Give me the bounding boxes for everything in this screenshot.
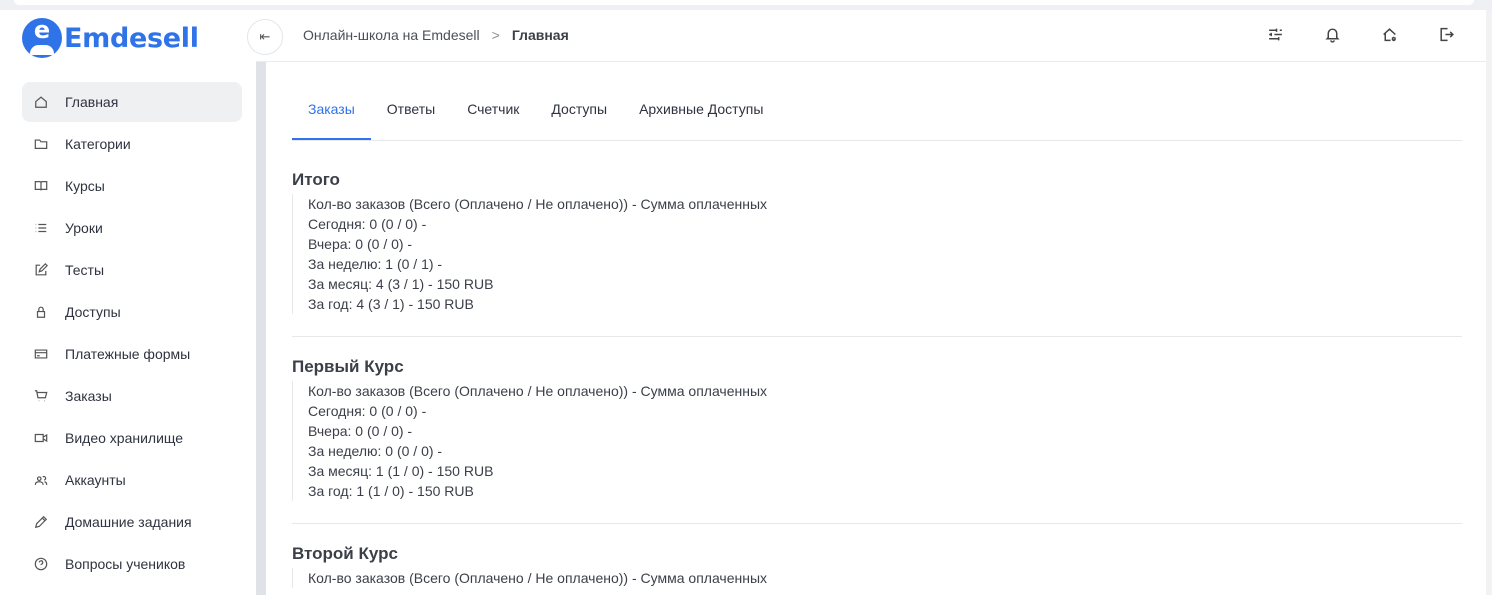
stats-section-total: Итого Кол-во заказов (Всего (Оплачено / … [292, 170, 1462, 314]
sidebar-item-label: Заказы [65, 388, 112, 404]
collapse-left-icon: ⇤ [259, 29, 271, 44]
credit-card-icon [34, 347, 48, 361]
sidebar-item-payment-forms[interactable]: Платежные формы [22, 334, 242, 374]
page-scrollbar[interactable] [1486, 10, 1492, 595]
sidebar-item-student-questions[interactable]: Вопросы учеников [22, 544, 242, 584]
stat-week: За неделю: 0 (0 / 0) - [308, 443, 443, 459]
bell-icon[interactable] [1323, 25, 1342, 44]
stats-list: Кол-во заказов (Всего (Оплачено / Не опл… [292, 381, 1462, 501]
stat-week: За неделю: 1 (0 / 1) - [308, 256, 443, 272]
breadcrumb-separator: > [491, 27, 500, 43]
stats-section-course-1: Первый Курс Кол-во заказов (Всего (Оплач… [292, 357, 1462, 501]
sidebar-item-label: Доступы [65, 304, 121, 320]
edit-icon [34, 263, 48, 277]
sidebar-item-lessons[interactable]: Уроки [22, 208, 242, 248]
stats-list: Кол-во заказов (Всего (Оплачено / Не опл… [292, 568, 1462, 588]
stat-today: Сегодня: 0 (0 / 0) - [308, 403, 427, 419]
section-title: Второй Курс [292, 544, 398, 563]
sidebar-item-home[interactable]: Главная [22, 82, 242, 122]
sidebar-nav: Главная Категории Курсы Уроки Тесты Дост… [22, 82, 242, 586]
breadcrumb-current: Главная [511, 27, 569, 43]
breadcrumb-link-school[interactable]: Онлайн-школа на Emdesell [303, 27, 480, 43]
tab-counter[interactable]: Счетчик [451, 88, 535, 140]
browser-top-edge [0, 0, 1492, 10]
brand-name: Emdesell [64, 22, 199, 54]
sidebar-item-label: Главная [65, 94, 119, 110]
brand-logo[interactable]: e Emdesell [22, 18, 199, 58]
home-icon [34, 95, 48, 109]
sidebar-item-homework[interactable]: Домашние задания [22, 502, 242, 542]
sidebar-item-label: Категории [65, 136, 131, 152]
stat-yesterday: Вчера: 0 (0 / 0) - [308, 423, 413, 439]
logo-mark-icon: e [22, 18, 62, 58]
cart-icon [34, 389, 48, 403]
stat-month: За месяц: 1 (1 / 0) - 150 RUB [308, 463, 494, 479]
stat-year: За год: 1 (1 / 0) - 150 RUB [308, 483, 474, 499]
sidebar-item-label: Видео хранилище [65, 430, 184, 446]
sidebar-item-label: Уроки [65, 220, 103, 236]
video-icon [34, 431, 48, 445]
sidebar-item-video-storage[interactable]: Видео хранилище [22, 418, 242, 458]
top-header: ⇤ Онлайн-школа на Emdesell > Главная [247, 10, 1486, 62]
question-icon [34, 557, 48, 571]
home-settings-icon[interactable] [1380, 25, 1399, 44]
folder-icon [34, 137, 48, 151]
section-divider [292, 336, 1462, 337]
sidebar-scrollbar[interactable] [256, 62, 266, 595]
main-content: Заказы Ответы Счетчик Доступы Архивные Д… [292, 62, 1462, 595]
section-title: Первый Курс [292, 357, 404, 376]
sidebar-item-orders[interactable]: Заказы [22, 376, 242, 416]
list-icon [34, 221, 48, 235]
stat-yesterday: Вчера: 0 (0 / 0) - [308, 236, 413, 252]
sidebar-item-label: Платежные формы [65, 346, 191, 362]
users-icon [34, 473, 48, 487]
logout-icon[interactable] [1437, 25, 1456, 44]
book-icon [34, 179, 48, 193]
sidebar-item-label: Вопросы учеников [65, 556, 186, 572]
sidebar-item-label: Домашние задания [65, 514, 192, 530]
sidebar-item-accesses[interactable]: Доступы [22, 292, 242, 332]
breadcrumb: Онлайн-школа на Emdesell > Главная [303, 27, 569, 43]
collapse-sidebar-button[interactable]: ⇤ [247, 19, 283, 55]
stats-section-course-2: Второй Курс Кол-во заказов (Всего (Оплач… [292, 544, 1462, 588]
sidebar-item-courses[interactable]: Курсы [22, 166, 242, 206]
tabs: Заказы Ответы Счетчик Доступы Архивные Д… [292, 88, 1462, 141]
sidebar-item-categories[interactable]: Категории [22, 124, 242, 164]
stat-year: За год: 4 (3 / 1) - 150 RUB [308, 296, 474, 312]
tab-accesses[interactable]: Доступы [535, 88, 623, 140]
stat-today: Сегодня: 0 (0 / 0) - [308, 216, 427, 232]
tab-answers[interactable]: Ответы [371, 88, 451, 140]
sidebar-item-tests[interactable]: Тесты [22, 250, 242, 290]
sidebar-item-label: Курсы [65, 178, 105, 194]
sidebar-item-label: Тесты [65, 262, 105, 278]
tab-orders[interactable]: Заказы [292, 88, 371, 140]
section-divider [292, 523, 1462, 524]
stat-month: За месяц: 4 (3 / 1) - 150 RUB [308, 276, 494, 292]
sidebar-item-label: Аккаунты [65, 472, 126, 488]
settings-sliders-icon[interactable] [1266, 25, 1285, 44]
stats-header-line: Кол-во заказов (Всего (Оплачено / Не опл… [308, 383, 768, 399]
stats-header-line: Кол-во заказов (Всего (Оплачено / Не опл… [308, 570, 768, 586]
stats-list: Кол-во заказов (Всего (Оплачено / Не опл… [292, 194, 1462, 314]
sidebar: e Emdesell Главная Категории Курсы Уроки… [8, 10, 256, 595]
header-actions [1266, 25, 1456, 44]
sidebar-item-accounts[interactable]: Аккаунты [22, 460, 242, 500]
pencil-icon [34, 515, 48, 529]
stats-header-line: Кол-во заказов (Всего (Оплачено / Не опл… [308, 196, 768, 212]
section-title: Итого [292, 170, 340, 189]
tab-archived-accesses[interactable]: Архивные Доступы [623, 88, 779, 140]
lock-icon [34, 305, 48, 319]
